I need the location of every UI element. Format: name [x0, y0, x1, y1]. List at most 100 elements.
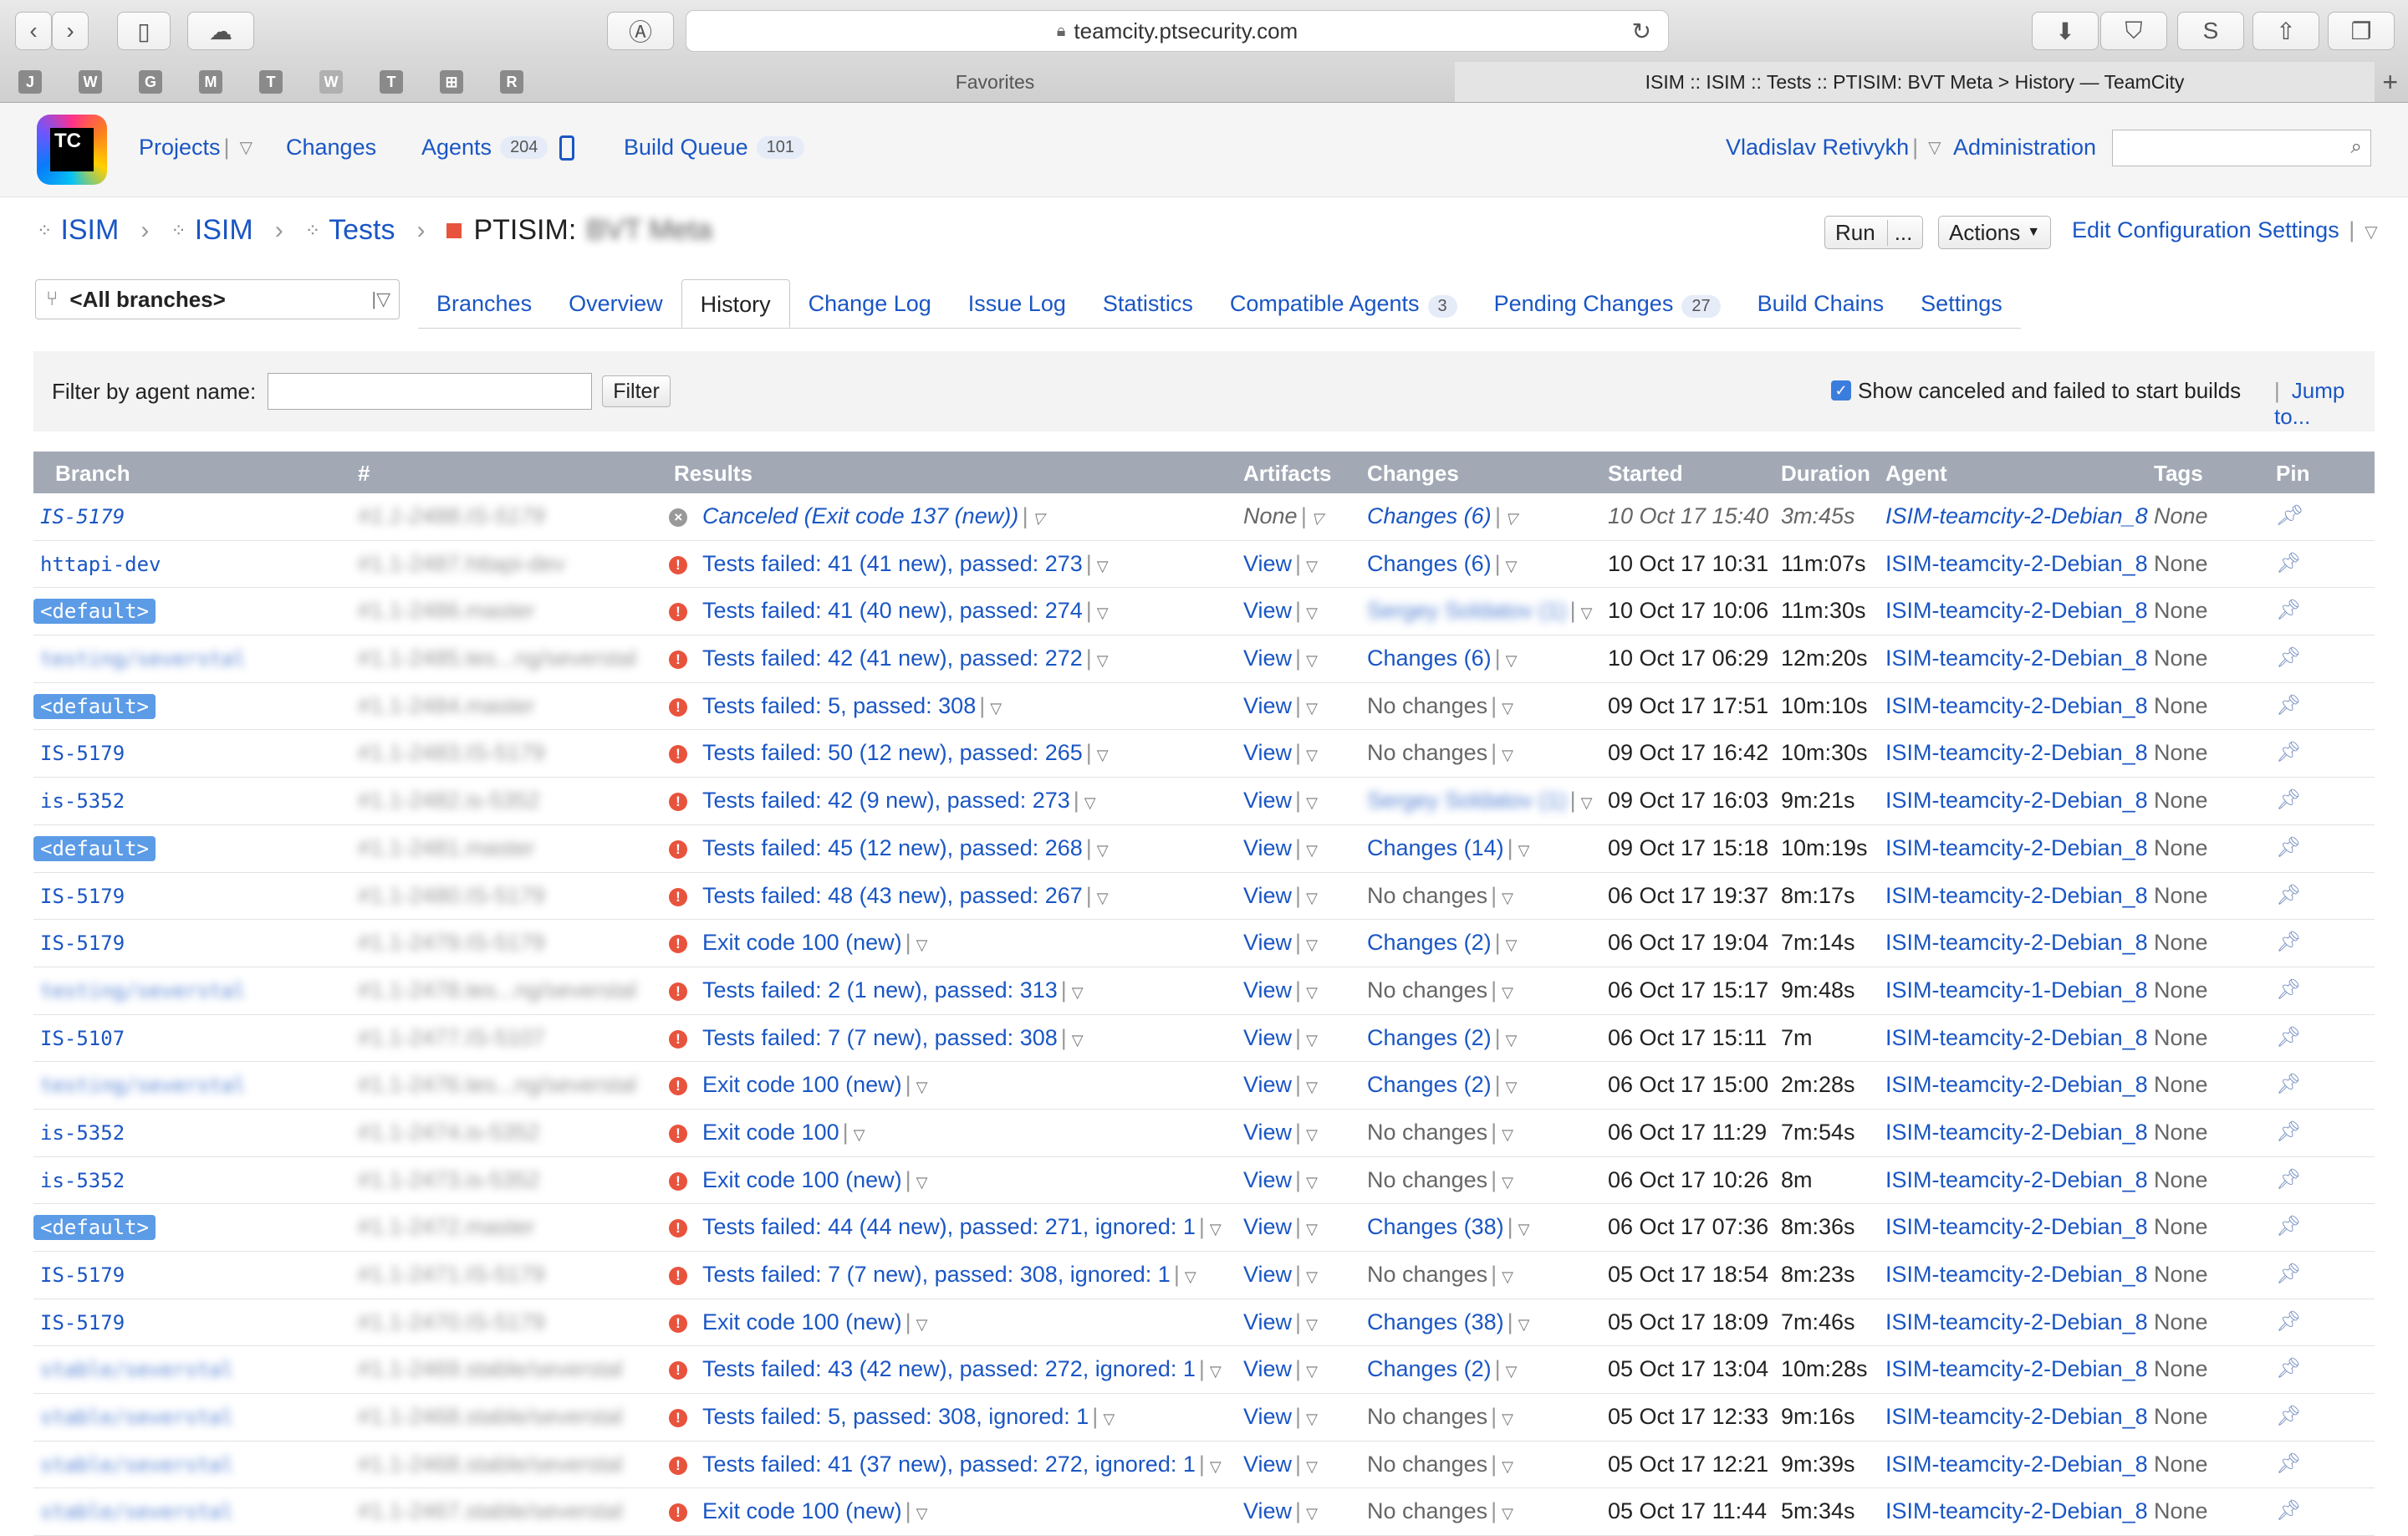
show-canceled-checkbox[interactable]: ✓	[1831, 380, 1851, 401]
artifacts-link[interactable]: View	[1243, 598, 1292, 623]
chevron-down-icon[interactable]: ▽	[1306, 1079, 1318, 1095]
pin-icon[interactable]: 📌︎	[2276, 1025, 2301, 1049]
changes-link[interactable]: Changes (2)	[1367, 1025, 1492, 1050]
artifacts-link[interactable]: View	[1243, 977, 1292, 1003]
address-bar[interactable]: 🔒︎ teamcity.ptsecurity.com ↻	[686, 10, 1669, 52]
chevron-down-icon[interactable]: ▽	[1306, 1032, 1318, 1049]
breadcrumb-tests[interactable]: Tests	[329, 214, 395, 247]
chevron-down-icon[interactable]: ▽	[916, 1505, 928, 1522]
chevron-down-icon[interactable]: |▽	[371, 288, 390, 310]
search-icon[interactable]: ⌕	[2351, 135, 2362, 159]
agent-link[interactable]: ISIM-teamcity-2-Debian_8	[1885, 646, 2148, 671]
extension-s-icon[interactable]: S	[2177, 12, 2244, 50]
chevron-down-icon[interactable]: ▽	[1518, 1316, 1530, 1333]
pin-icon[interactable]: 📌︎	[2276, 1072, 2301, 1096]
favorite-icon-grid[interactable]: ⊞	[440, 70, 463, 94]
nav-agents[interactable]: Agents 204	[421, 135, 575, 161]
branch-chip[interactable]: testing/severstal	[33, 978, 253, 1003]
branch-chip[interactable]: is-5352	[33, 788, 131, 814]
chevron-down-icon[interactable]: ▽	[1502, 890, 1513, 906]
agent-link[interactable]: ISIM-teamcity-2-Debian_8	[1885, 1025, 2148, 1050]
favorite-icon-m[interactable]: M	[199, 70, 222, 94]
chevron-down-icon[interactable]: ▽	[1306, 936, 1318, 953]
build-number[interactable]: #1.1-2483.IS-5179	[358, 740, 545, 766]
pin-icon[interactable]: 📌︎	[2276, 1498, 2301, 1523]
artifacts-link[interactable]: View	[1243, 1167, 1292, 1192]
chevron-down-icon[interactable]: ▽	[1306, 984, 1318, 1001]
tab-label[interactable]: Build Chains	[1758, 291, 1885, 316]
pin-icon[interactable]: 📌︎	[2276, 977, 2301, 1002]
chevron-down-icon[interactable]: ▽	[1502, 1458, 1513, 1475]
nav-projects-label[interactable]: Projects	[139, 135, 221, 161]
build-number[interactable]: #1.1-2471.IS-5179	[358, 1262, 545, 1288]
chevron-down-icon[interactable]: ▽	[1097, 605, 1109, 621]
chevron-down-icon[interactable]: ▽	[1185, 1268, 1196, 1285]
result-link[interactable]: Tests failed: 2 (1 new), passed: 313	[702, 977, 1058, 1003]
agent-link[interactable]: ISIM-teamcity-2-Debian_8	[1885, 503, 2148, 528]
artifacts-link[interactable]: View	[1243, 1356, 1292, 1381]
build-number[interactable]: #1.1-2480.IS-5179	[358, 883, 545, 909]
ublock-icon[interactable]: ⛉	[2100, 12, 2167, 50]
run-label[interactable]: Run	[1835, 220, 1875, 246]
chevron-down-icon[interactable]: ▽	[1306, 794, 1318, 811]
tab-issue-log[interactable]: Issue Log	[950, 279, 1084, 328]
chevron-down-icon[interactable]: ▽	[1072, 1032, 1084, 1049]
chevron-down-icon[interactable]: ▽	[1306, 1458, 1318, 1475]
chevron-down-icon[interactable]: ▽	[1306, 1268, 1318, 1285]
chevron-down-icon[interactable]: ▽	[1502, 1268, 1513, 1285]
build-number[interactable]: #1.1-2478.tes...ng/severstal	[358, 977, 636, 1003]
agent-filter-input[interactable]	[268, 373, 593, 410]
branch-chip[interactable]: testing/severstal	[33, 1073, 253, 1098]
build-number[interactable]: #1.1-2482.is-5352	[358, 788, 540, 814]
branch-chip[interactable]: <default>	[33, 1215, 156, 1241]
artifacts-link[interactable]: View	[1243, 1214, 1292, 1239]
chevron-down-icon[interactable]: ▽	[1506, 1032, 1518, 1049]
artifacts-link[interactable]: View	[1243, 551, 1292, 576]
result-link[interactable]: Tests failed: 44 (44 new), passed: 271, …	[702, 1214, 1196, 1239]
pin-icon[interactable]: 📌︎	[2276, 693, 2301, 717]
branch-chip[interactable]: <default>	[33, 693, 156, 719]
agent-link[interactable]: ISIM-teamcity-2-Debian_8	[1885, 551, 2148, 576]
chevron-down-icon[interactable]: ▽	[1306, 652, 1318, 669]
artifacts-link[interactable]: View	[1243, 930, 1292, 955]
build-number[interactable]: #1.1-2473.is-5352	[358, 1167, 540, 1193]
result-link[interactable]: Tests failed: 50 (12 new), passed: 265	[702, 740, 1083, 765]
chevron-down-icon[interactable]: ▽	[1306, 842, 1318, 859]
tab-label[interactable]: Pending Changes	[1494, 291, 1674, 316]
tab-label[interactable]: History	[701, 292, 771, 317]
nav-projects[interactable]: Projects | ▽	[139, 135, 253, 161]
pin-icon[interactable]: 📌︎	[2276, 1309, 2301, 1334]
new-tab-icon[interactable]: +	[2382, 67, 2398, 98]
build-number[interactable]: #1.1-2476.tes...ng/severstal	[358, 1072, 636, 1098]
chevron-down-icon[interactable]: ▽	[1518, 842, 1530, 859]
branch-chip[interactable]: stable/severstal	[33, 1405, 240, 1430]
tab-label[interactable]: Settings	[1921, 291, 2002, 316]
branch-chip[interactable]: stable/severstal	[33, 1452, 240, 1477]
result-link[interactable]: Tests failed: 41 (40 new), passed: 274	[702, 598, 1083, 623]
edit-configuration-label[interactable]: Edit Configuration Settings	[2072, 217, 2339, 242]
chevron-down-icon[interactable]: ▽	[1097, 747, 1109, 763]
changes-link[interactable]: Changes (38)	[1367, 1309, 1504, 1334]
build-number[interactable]: #1.1-2486.master	[358, 598, 535, 624]
sidebar-icon[interactable]: ▯	[117, 12, 171, 50]
build-number[interactable]: #1.1-2468.stable/severstal	[358, 1404, 623, 1430]
tab-label[interactable]: Issue Log	[968, 291, 1066, 316]
changes-link[interactable]: Sergey Soldatov (1)	[1367, 788, 1567, 813]
agent-link[interactable]: ISIM-teamcity-2-Debian_8	[1885, 1356, 2148, 1381]
chevron-down-icon[interactable]: ▽	[1506, 510, 1518, 527]
col-duration[interactable]: Duration	[1781, 461, 1870, 487]
filter-button[interactable]: Filter	[602, 375, 671, 407]
result-link[interactable]: Exit code 100 (new)	[702, 1167, 902, 1192]
result-link[interactable]: Tests failed: 7 (7 new), passed: 308	[702, 1025, 1058, 1050]
chevron-down-icon[interactable]: ▽	[1928, 137, 1941, 158]
changes-link[interactable]: Changes (14)	[1367, 835, 1504, 860]
chevron-down-icon[interactable]: ▽	[1306, 1221, 1318, 1237]
edit-configuration-link[interactable]: Edit Configuration Settings | ▽	[2072, 217, 2378, 243]
nav-agents-label[interactable]: Agents	[421, 135, 492, 161]
branch-chip[interactable]: stable/severstal	[33, 1499, 240, 1524]
agent-link[interactable]: ISIM-teamcity-2-Debian_8	[1885, 835, 2148, 860]
artifacts-link[interactable]: View	[1243, 1025, 1292, 1050]
chevron-down-icon[interactable]: ▽	[1312, 510, 1324, 527]
chevron-down-icon[interactable]: ▽	[1097, 652, 1109, 669]
chevron-down-icon[interactable]: ▽	[854, 1126, 865, 1143]
